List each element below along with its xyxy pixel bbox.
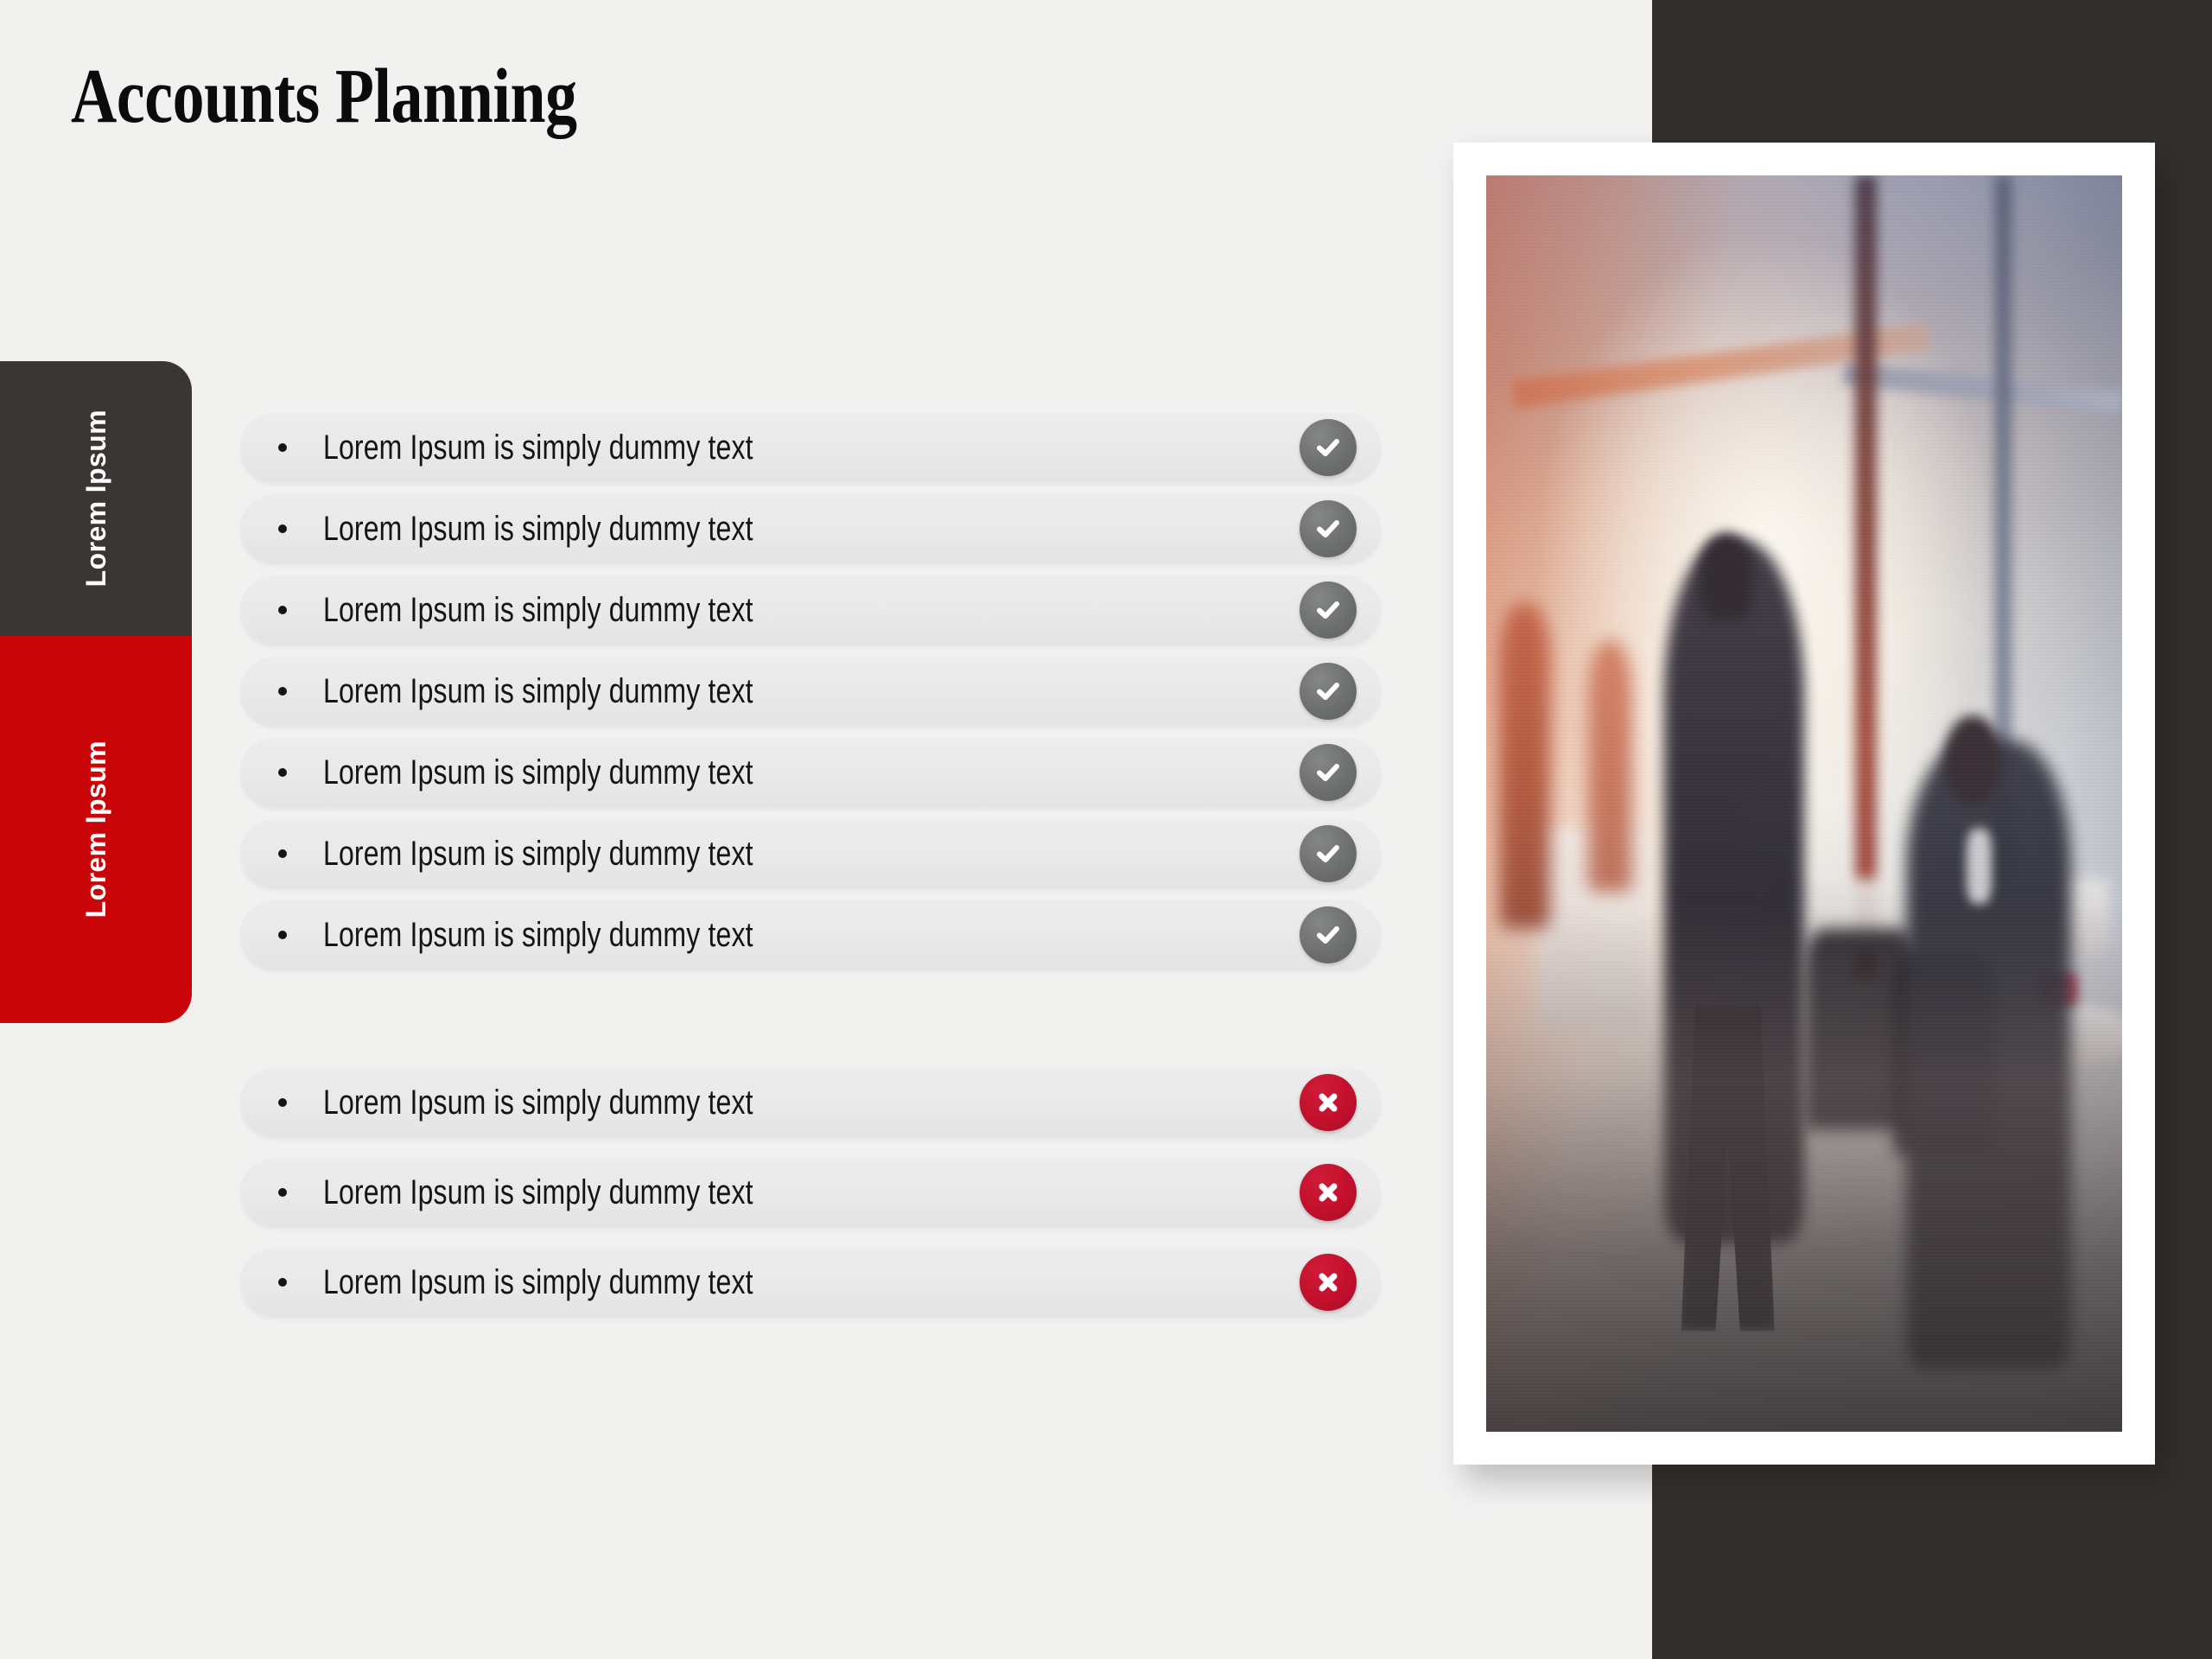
bullet-icon <box>278 687 287 696</box>
list-item[interactable]: Lorem Ipsum is simply dummy text <box>240 575 1381 645</box>
check-circle-icon[interactable] <box>1300 582 1357 639</box>
check-circle-icon[interactable] <box>1300 500 1357 557</box>
list-group-spacer <box>240 982 1381 1068</box>
sidebar-item-dark-label: Lorem Ipsum <box>79 410 111 588</box>
list-item-label: Lorem Ipsum is simply dummy text <box>323 590 753 629</box>
office-meeting-photo <box>1486 175 2122 1432</box>
negative-list: Lorem Ipsum is simply dummy text Lorem I… <box>240 1068 1381 1317</box>
list-item[interactable]: Lorem Ipsum is simply dummy text <box>240 1248 1381 1317</box>
bullet-icon <box>278 1278 287 1287</box>
bullet-icon <box>278 1188 287 1197</box>
check-circle-icon[interactable] <box>1300 744 1357 801</box>
cross-circle-icon[interactable] <box>1300 1254 1357 1311</box>
list-item[interactable]: Lorem Ipsum is simply dummy text <box>240 413 1381 482</box>
check-circle-icon[interactable] <box>1300 906 1357 963</box>
bullet-icon <box>278 931 287 939</box>
bullet-icon <box>278 524 287 533</box>
list-item-label: Lorem Ipsum is simply dummy text <box>323 834 753 873</box>
list-item[interactable]: Lorem Ipsum is simply dummy text <box>240 819 1381 888</box>
check-circle-icon[interactable] <box>1300 419 1357 476</box>
list-item-label: Lorem Ipsum is simply dummy text <box>323 428 753 467</box>
bullet-icon <box>278 849 287 858</box>
cross-circle-icon[interactable] <box>1300 1164 1357 1221</box>
list-item[interactable]: Lorem Ipsum is simply dummy text <box>240 1068 1381 1137</box>
list-item-label: Lorem Ipsum is simply dummy text <box>323 671 753 710</box>
check-circle-icon[interactable] <box>1300 825 1357 882</box>
side-tab-group: Lorem Ipsum Lorem Ipsum <box>0 361 192 1023</box>
bullet-icon <box>278 606 287 614</box>
cross-circle-icon[interactable] <box>1300 1074 1357 1131</box>
bullet-icon <box>278 443 287 452</box>
bullet-icon <box>278 768 287 777</box>
list-item-label: Lorem Ipsum is simply dummy text <box>323 1173 753 1211</box>
list-item[interactable]: Lorem Ipsum is simply dummy text <box>240 494 1381 563</box>
sidebar-item-red-label: Lorem Ipsum <box>79 741 111 918</box>
list-item-label: Lorem Ipsum is simply dummy text <box>323 509 753 548</box>
list-item-label: Lorem Ipsum is simply dummy text <box>323 1262 753 1301</box>
list-item-label: Lorem Ipsum is simply dummy text <box>323 915 753 954</box>
check-circle-icon[interactable] <box>1300 663 1357 720</box>
page-title: Accounts Planning <box>71 54 577 139</box>
list-item[interactable]: Lorem Ipsum is simply dummy text <box>240 657 1381 726</box>
list-item[interactable]: Lorem Ipsum is simply dummy text <box>240 1158 1381 1227</box>
sidebar-item-dark[interactable]: Lorem Ipsum <box>0 361 192 636</box>
list-item[interactable]: Lorem Ipsum is simply dummy text <box>240 900 1381 969</box>
list-item-label: Lorem Ipsum is simply dummy text <box>323 753 753 791</box>
photo-card <box>1453 143 2155 1465</box>
checklist-area: Lorem Ipsum is simply dummy text Lorem I… <box>240 413 1381 1338</box>
list-item-label: Lorem Ipsum is simply dummy text <box>323 1083 753 1122</box>
sidebar-item-red[interactable]: Lorem Ipsum <box>0 636 192 1023</box>
positive-list: Lorem Ipsum is simply dummy text Lorem I… <box>240 413 1381 969</box>
list-item[interactable]: Lorem Ipsum is simply dummy text <box>240 738 1381 807</box>
bullet-icon <box>278 1098 287 1107</box>
